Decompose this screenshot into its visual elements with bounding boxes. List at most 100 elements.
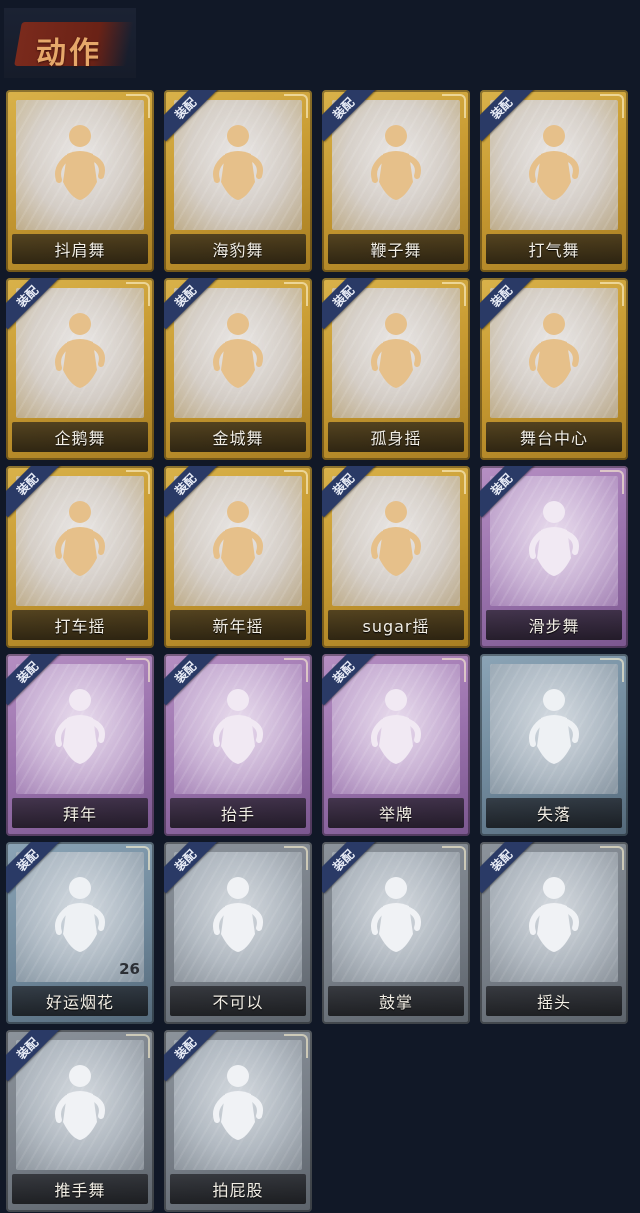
card-label: 鼓掌 xyxy=(378,993,413,1012)
action-card[interactable]: 装配 海豹舞 xyxy=(164,90,312,272)
action-card[interactable]: 装配 拜年 xyxy=(6,654,154,836)
frame-corner-ornament xyxy=(284,658,308,682)
section-title: 动作 xyxy=(36,36,102,71)
card-label-bar: 好运烟花 xyxy=(12,986,148,1016)
card-label: 不可以 xyxy=(212,993,264,1012)
frame-corner-ornament xyxy=(126,846,150,870)
card-label-bar: 拍屁股 xyxy=(170,1174,306,1204)
frame-corner-ornament xyxy=(284,94,308,118)
action-card[interactable]: 装配 抬手 xyxy=(164,654,312,836)
frame-corner-ornament xyxy=(284,846,308,870)
frame-corner-ornament xyxy=(126,282,150,306)
seal-dance-icon xyxy=(203,120,273,210)
frame-corner-ornament xyxy=(284,282,308,306)
action-card[interactable]: 装配 打车摇 xyxy=(6,466,154,648)
raise-hand-icon xyxy=(203,684,273,774)
card-label-bar: 滑步舞 xyxy=(486,610,622,640)
shrug-dance-icon xyxy=(45,120,115,210)
card-label: 金城舞 xyxy=(212,429,264,448)
card-label: 新年摇 xyxy=(212,617,264,636)
card-label-bar: 抬手 xyxy=(170,798,306,828)
action-card[interactable]: 装配 舞台中心 xyxy=(480,278,628,460)
action-card[interactable]: 装配 孤身摇 xyxy=(322,278,470,460)
frame-corner-ornament xyxy=(126,94,150,118)
frame-corner-ornament xyxy=(442,846,466,870)
action-card[interactable]: 装配 26 好运烟花 xyxy=(6,842,154,1024)
shake-head-icon xyxy=(519,872,589,962)
center-stage-icon xyxy=(519,308,589,398)
frame-corner-ornament xyxy=(126,1034,150,1058)
card-label: 摇头 xyxy=(536,993,571,1012)
card-label: 举牌 xyxy=(378,805,413,824)
card-label: 企鹅舞 xyxy=(54,429,106,448)
card-label: 打车摇 xyxy=(54,617,106,636)
action-card[interactable]: 装配 滑步舞 xyxy=(480,466,628,648)
card-label-bar: 企鹅舞 xyxy=(12,422,148,452)
action-card[interactable]: 装配 不可以 xyxy=(164,842,312,1024)
card-label-bar: 鼓掌 xyxy=(328,986,464,1016)
taxi-sway-icon xyxy=(45,496,115,586)
frame-corner-ornament xyxy=(442,658,466,682)
action-card[interactable]: 装配 新年摇 xyxy=(164,466,312,648)
new-year-sway-icon xyxy=(203,496,273,586)
slap-butt-icon xyxy=(203,1060,273,1150)
whip-dance-icon xyxy=(361,120,431,210)
card-label-bar: 打车摇 xyxy=(12,610,148,640)
item-count: 26 xyxy=(119,960,140,978)
action-card[interactable]: 装配 企鹅舞 xyxy=(6,278,154,460)
card-label-bar: 拜年 xyxy=(12,798,148,828)
frame-corner-ornament xyxy=(442,94,466,118)
frame-corner-ornament xyxy=(600,94,624,118)
card-label-bar: 举牌 xyxy=(328,798,464,828)
new-year-greeting-icon xyxy=(45,684,115,774)
card-label-bar: 摇头 xyxy=(486,986,622,1016)
solo-sway-icon xyxy=(361,308,431,398)
action-card[interactable]: 装配 鼓掌 xyxy=(322,842,470,1024)
card-label-bar: 新年摇 xyxy=(170,610,306,640)
card-label: 好运烟花 xyxy=(45,993,114,1012)
action-card[interactable]: 装配 举牌 xyxy=(322,654,470,836)
action-card[interactable]: 装配 打气舞 xyxy=(480,90,628,272)
card-label: 抬手 xyxy=(220,805,255,824)
frame-corner-ornament xyxy=(600,470,624,494)
action-card[interactable]: 抖肩舞 xyxy=(6,90,154,272)
action-card[interactable]: 失落 xyxy=(480,654,628,836)
action-grid: 抖肩舞 装配 海豹舞 装配 鞭子舞 装配 打气舞 装配 企鹅舞 装配 金城舞 装配 孤身摇 装配 舞台中心装… xyxy=(6,90,634,1212)
card-label-bar: 推手舞 xyxy=(12,1174,148,1204)
action-card[interactable]: 装配 鞭子舞 xyxy=(322,90,470,272)
card-label: 打气舞 xyxy=(528,241,580,260)
card-label: 孤身摇 xyxy=(370,429,422,448)
slide-dance-icon xyxy=(519,496,589,586)
frame-corner-ornament xyxy=(442,282,466,306)
clap-icon xyxy=(361,872,431,962)
card-label: 滑步舞 xyxy=(528,617,580,636)
card-label-bar: 金城舞 xyxy=(170,422,306,452)
action-card[interactable]: 装配 摇头 xyxy=(480,842,628,1024)
dejected-icon xyxy=(519,684,589,774)
card-label: 拍屁股 xyxy=(212,1181,264,1200)
hold-sign-icon xyxy=(361,684,431,774)
frame-corner-ornament xyxy=(600,658,624,682)
card-label-bar: 鞭子舞 xyxy=(328,234,464,264)
card-label-bar: 打气舞 xyxy=(486,234,622,264)
frame-corner-ornament xyxy=(284,1034,308,1058)
card-label-bar: sugar摇 xyxy=(328,610,464,640)
card-label: 推手舞 xyxy=(54,1181,106,1200)
card-label-bar: 海豹舞 xyxy=(170,234,306,264)
card-label-bar: 失落 xyxy=(486,798,622,828)
action-card[interactable]: 装配 sugar摇 xyxy=(322,466,470,648)
card-label: sugar摇 xyxy=(362,617,430,636)
card-label: 抖肩舞 xyxy=(54,241,106,260)
action-card[interactable]: 装配 金城舞 xyxy=(164,278,312,460)
card-label: 拜年 xyxy=(62,805,97,824)
sugar-sway-icon xyxy=(361,496,431,586)
frame-corner-ornament xyxy=(126,470,150,494)
frame-corner-ornament xyxy=(600,282,624,306)
frame-corner-ornament xyxy=(126,658,150,682)
push-hands-dance-icon xyxy=(45,1060,115,1150)
action-card[interactable]: 装配 拍屁股 xyxy=(164,1030,312,1212)
card-label: 海豹舞 xyxy=(212,241,264,260)
action-card[interactable]: 装配 推手舞 xyxy=(6,1030,154,1212)
no-finger-icon xyxy=(203,872,273,962)
card-label-bar: 抖肩舞 xyxy=(12,234,148,264)
